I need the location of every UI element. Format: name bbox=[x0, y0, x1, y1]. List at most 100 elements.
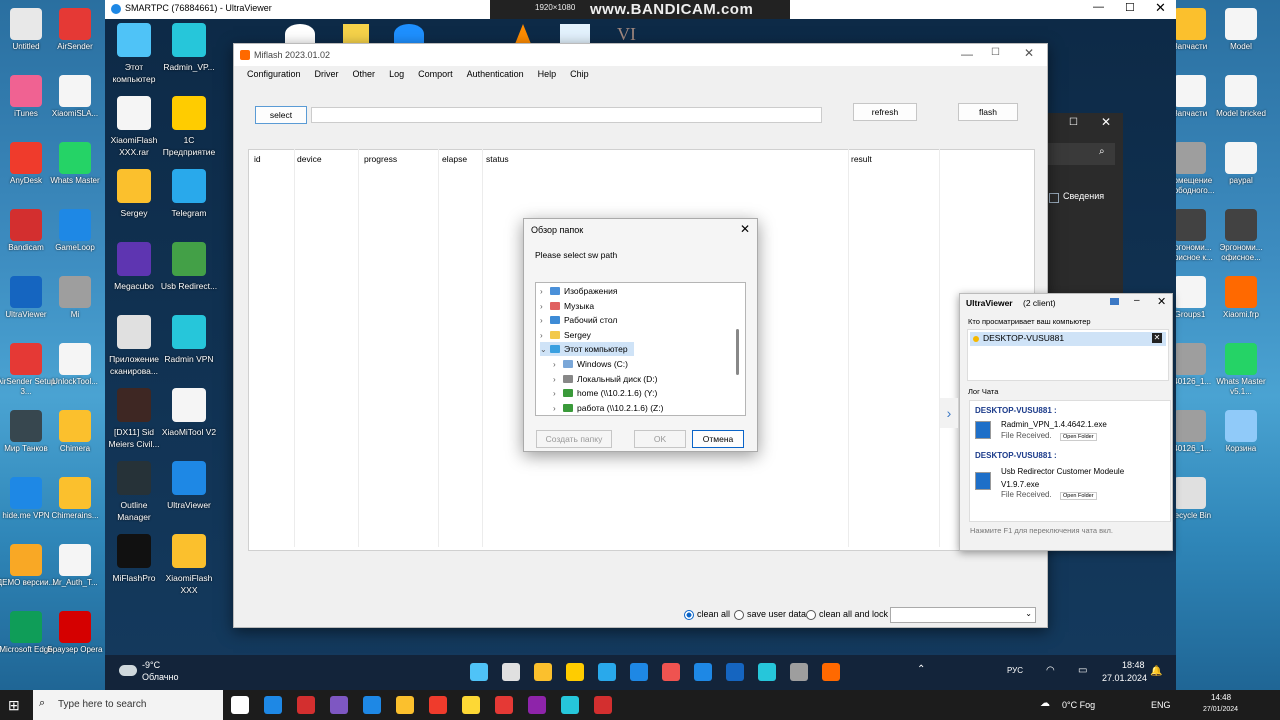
desktop-icon[interactable]: Chimerains... bbox=[45, 477, 105, 521]
windows-start-icon[interactable] bbox=[470, 663, 488, 681]
desktop-icon[interactable]: paypal bbox=[1211, 142, 1271, 186]
new-folder-button[interactable]: Создать папку bbox=[536, 430, 612, 448]
miflash-task-icon[interactable] bbox=[822, 663, 840, 681]
desktop-icon[interactable]: Корзина bbox=[1211, 410, 1271, 454]
archive-icon[interactable] bbox=[343, 24, 369, 44]
vlc-icon[interactable] bbox=[515, 24, 531, 44]
civ-icon[interactable]: VI bbox=[617, 24, 647, 44]
l-app-task-icon[interactable] bbox=[363, 696, 381, 714]
ultraviewer-task-icon[interactable] bbox=[264, 696, 282, 714]
remote-desktop-icon[interactable]: Приложение сканирова... bbox=[105, 315, 163, 377]
menu-log[interactable]: Log bbox=[389, 69, 404, 79]
tree-item[interactable]: › Рабочий стол bbox=[540, 313, 617, 327]
desktop-icon[interactable]: AirSender bbox=[45, 8, 105, 52]
vpn-task-icon[interactable] bbox=[561, 696, 579, 714]
uvpanel-close-button[interactable]: ✕ bbox=[1157, 295, 1166, 308]
miflash-maximize-button[interactable]: ☐ bbox=[991, 47, 1000, 58]
desktop-icon[interactable]: Model bbox=[1211, 8, 1271, 52]
remote-desktop-icon[interactable]: Telegram bbox=[160, 169, 218, 219]
desktop-icon[interactable]: Whats Master v5.1... bbox=[1211, 343, 1271, 397]
explorer-task-icon[interactable] bbox=[396, 696, 414, 714]
app-m-icon[interactable] bbox=[560, 24, 590, 44]
menu-comport[interactable]: Comport bbox=[418, 69, 453, 79]
select-button[interactable]: select bbox=[255, 106, 307, 124]
opera-task-icon[interactable] bbox=[297, 696, 315, 714]
close-button[interactable]: ✕ bbox=[1155, 0, 1166, 16]
folder-tree[interactable]: › Изображения › Музыка › Рабочий стол › Sergey ⌄… bbox=[535, 282, 746, 416]
chevron-icon[interactable]: › bbox=[540, 314, 550, 328]
dialog-close-button[interactable]: ✕ bbox=[740, 222, 750, 236]
desktop-icon[interactable]: XiaomiSLA... bbox=[45, 75, 105, 119]
menu-configuration[interactable]: Configuration bbox=[247, 69, 301, 79]
yandex-task-icon[interactable] bbox=[429, 696, 447, 714]
task-view-icon[interactable] bbox=[502, 663, 520, 681]
edge-icon[interactable] bbox=[598, 663, 616, 681]
tool-task-icon[interactable] bbox=[528, 696, 546, 714]
ultraviewer2-task-icon[interactable] bbox=[694, 663, 712, 681]
remote-desktop-icon[interactable]: 1С Предприятие bbox=[160, 96, 218, 158]
clean-all-lock-radio[interactable] bbox=[806, 610, 816, 620]
desktop-icon[interactable]: Model bricked bbox=[1211, 75, 1271, 119]
ultraviewer-task-icon[interactable] bbox=[630, 663, 648, 681]
remote-desktop-icon[interactable]: Megacubo bbox=[105, 242, 163, 292]
defender-icon[interactable] bbox=[726, 663, 744, 681]
remote-desktop-icon[interactable]: XiaomiFlash XXX.rar bbox=[105, 96, 163, 158]
desktop-icon[interactable]: Mr_Auth_T... bbox=[45, 544, 105, 588]
remote-desktop-icon[interactable]: [DX11] Sid Meiers Civil... bbox=[105, 388, 163, 450]
chat-expand-arrow-icon[interactable]: › bbox=[940, 398, 958, 428]
bg-window-maximize-icon[interactable]: ☐ bbox=[1069, 117, 1078, 128]
wifi-icon[interactable]: ◠ bbox=[1046, 665, 1055, 676]
desktop-icon[interactable]: Xiaomi.frp bbox=[1211, 276, 1271, 320]
tree-scrollbar[interactable] bbox=[736, 329, 739, 375]
bg-window-close-icon[interactable]: ✕ bbox=[1101, 115, 1111, 129]
chevron-icon[interactable]: › bbox=[540, 300, 550, 314]
chat-toggle-icon[interactable] bbox=[1110, 298, 1119, 305]
save-user-data-radio[interactable] bbox=[734, 610, 744, 620]
tree-item[interactable]: › Windows (C:) bbox=[553, 357, 628, 371]
search-box[interactable]: ⌕ Type here to search bbox=[33, 690, 223, 720]
viewer-row[interactable]: DESKTOP-VUSU881 ✕ bbox=[970, 332, 1166, 346]
open-folder-button[interactable]: Open Folder bbox=[1060, 492, 1097, 500]
bg-window-tab[interactable]: Сведения bbox=[1063, 191, 1104, 201]
remote-desktop-icon[interactable]: XiaomiFlash XXX bbox=[160, 534, 218, 596]
miflash-minimize-button[interactable]: — bbox=[961, 47, 973, 61]
usb-task-icon[interactable] bbox=[790, 663, 808, 681]
remote-desktop-icon[interactable]: Radmin_VP... bbox=[160, 23, 218, 73]
tree-item[interactable]: › Sergey bbox=[540, 328, 591, 342]
app-task-icon[interactable] bbox=[330, 696, 348, 714]
battery-icon[interactable]: ▭ bbox=[1078, 665, 1087, 676]
maximize-button[interactable]: ☐ bbox=[1125, 1, 1135, 14]
desktop-icon[interactable]: Эргономи... офисное... bbox=[1211, 209, 1271, 263]
chevron-icon[interactable]: › bbox=[540, 285, 550, 299]
app-24-icon[interactable] bbox=[394, 24, 424, 44]
refresh-button[interactable]: refresh bbox=[853, 103, 917, 121]
miflash-close-button[interactable]: ✕ bbox=[1024, 46, 1034, 60]
desktop-icon[interactable]: GameLoop bbox=[45, 209, 105, 253]
remote-desktop-icon[interactable]: Sergey bbox=[105, 169, 163, 219]
tree-item[interactable]: › Изображения bbox=[540, 284, 617, 298]
menu-authentication[interactable]: Authentication bbox=[467, 69, 524, 79]
flash-button[interactable]: flash bbox=[958, 103, 1018, 121]
disconnect-icon[interactable]: ✕ bbox=[1152, 333, 1162, 343]
uvpanel-minimize-button[interactable]: – bbox=[1134, 295, 1140, 306]
remote-desktop-icon[interactable]: Этот компьютер bbox=[105, 23, 163, 85]
tree-item[interactable]: ⌄ Этот компьютер bbox=[540, 342, 634, 357]
script-select[interactable]: ⌄ bbox=[890, 607, 1036, 623]
minimize-button[interactable]: — bbox=[1093, 1, 1104, 13]
outer-lang[interactable]: ENG bbox=[1151, 700, 1171, 710]
remote-desktop-icon[interactable]: Usb Redirect... bbox=[160, 242, 218, 292]
desktop-icon[interactable]: Whats Master bbox=[45, 142, 105, 186]
tree-item[interactable]: › работа (\\10.2.1.6) (Z:) bbox=[553, 401, 663, 415]
remote-desktop-icon[interactable]: Outline Manager bbox=[105, 461, 163, 523]
menu-other[interactable]: Other bbox=[353, 69, 376, 79]
desktop-icon[interactable]: UnlockTool... bbox=[45, 343, 105, 387]
task-view-icon[interactable] bbox=[231, 696, 249, 714]
remote-desktop-icon[interactable]: UltraViewer bbox=[160, 461, 218, 511]
remote-lang[interactable]: РУС bbox=[1007, 666, 1023, 675]
desktop-icon[interactable]: Mi bbox=[45, 276, 105, 320]
clean-all-radio[interactable] bbox=[684, 610, 694, 620]
ok-button[interactable]: OK bbox=[634, 430, 686, 448]
chrome-task-icon[interactable] bbox=[462, 696, 480, 714]
tray-chevron-up-icon[interactable]: ⌃ bbox=[917, 664, 925, 675]
bandicam-task-icon[interactable] bbox=[594, 696, 612, 714]
